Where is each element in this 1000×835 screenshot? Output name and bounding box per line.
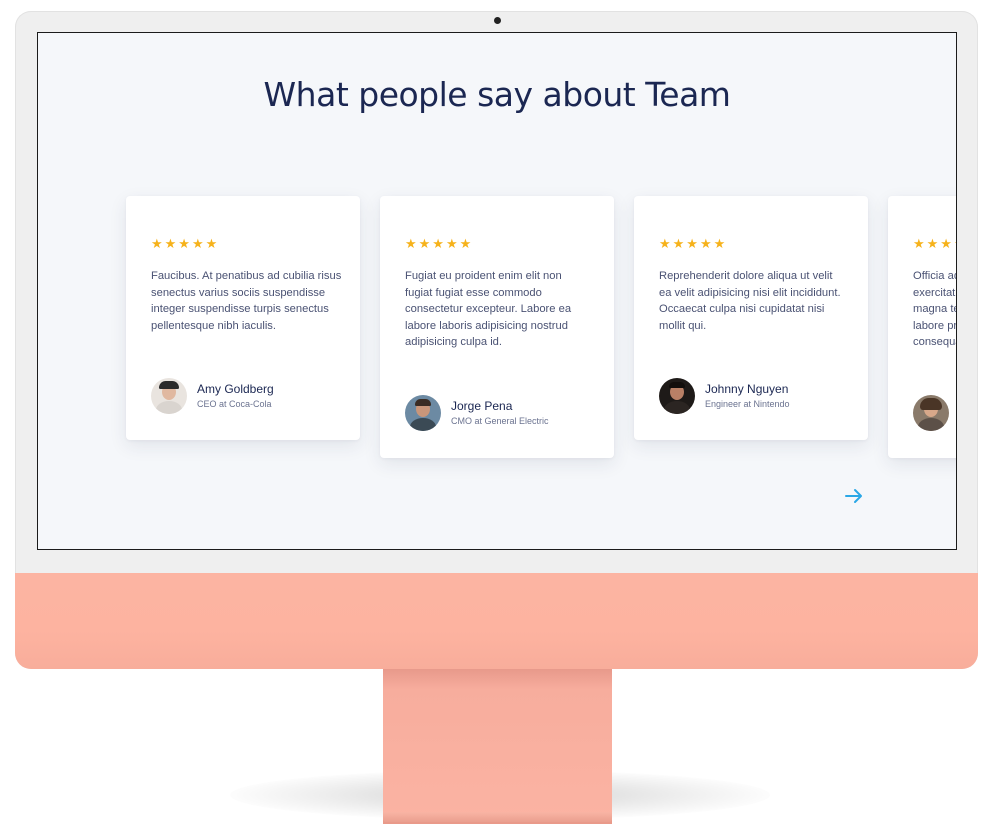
author-name: Johnny Nguyen [705,382,789,396]
avatar [405,395,441,431]
avatar [913,395,949,431]
monitor-frame: What people say about Team ★★★★★ Faucibu… [15,11,978,669]
camera-icon [494,17,501,24]
rating-stars-icon: ★★★★★ [913,236,956,251]
author-role: Engineer at Nintendo [705,399,790,409]
testimonial-author: Amy Goldberg CEO at Coca-Cola [151,378,274,414]
monitor-stand [383,668,612,824]
author-role: CEO at Coca-Cola [197,399,272,409]
testimonial-author: Johnny Nguyen Engineer at Nintendo [659,378,790,414]
arrow-right-icon[interactable] [844,486,864,506]
author-role: CMO at General Electric [451,416,549,426]
rating-stars-icon: ★★★★★ [405,236,474,251]
screen: What people say about Team ★★★★★ Faucibu… [37,32,957,550]
testimonial-card: ★★★★★ Officia ad exercitati magna te lab… [888,196,957,458]
avatar [151,378,187,414]
monitor-stand-foot [383,812,612,822]
author-name: Amy Goldberg [197,382,274,396]
testimonial-quote: Faucibus. At penatibus ad cubilia risus … [151,270,342,332]
author-name: Jorge Pena [451,399,513,413]
testimonial-card: ★★★★★ Reprehenderit dolore aliqua ut vel… [634,196,868,440]
testimonial-card: ★★★★★ Fugiat eu proident enim elit non f… [380,196,614,458]
avatar [659,378,695,414]
section-heading: What people say about Team [263,75,731,114]
monitor-chin [15,573,978,669]
testimonial-quote: Officia ad exercitati magna te labore pr… [913,270,957,348]
testimonial-author: Jorge Pena CMO at General Electric [405,395,549,431]
testimonial-quote: Reprehenderit dolore aliqua ut velit ea … [659,270,841,332]
rating-stars-icon: ★★★★★ [151,236,220,251]
testimonial-quote: Fugiat eu proident enim elit non fugiat … [405,270,572,348]
testimonial-author [913,395,949,431]
rating-stars-icon: ★★★★★ [659,236,728,251]
testimonial-card: ★★★★★ Faucibus. At penatibus ad cubilia … [126,196,360,440]
